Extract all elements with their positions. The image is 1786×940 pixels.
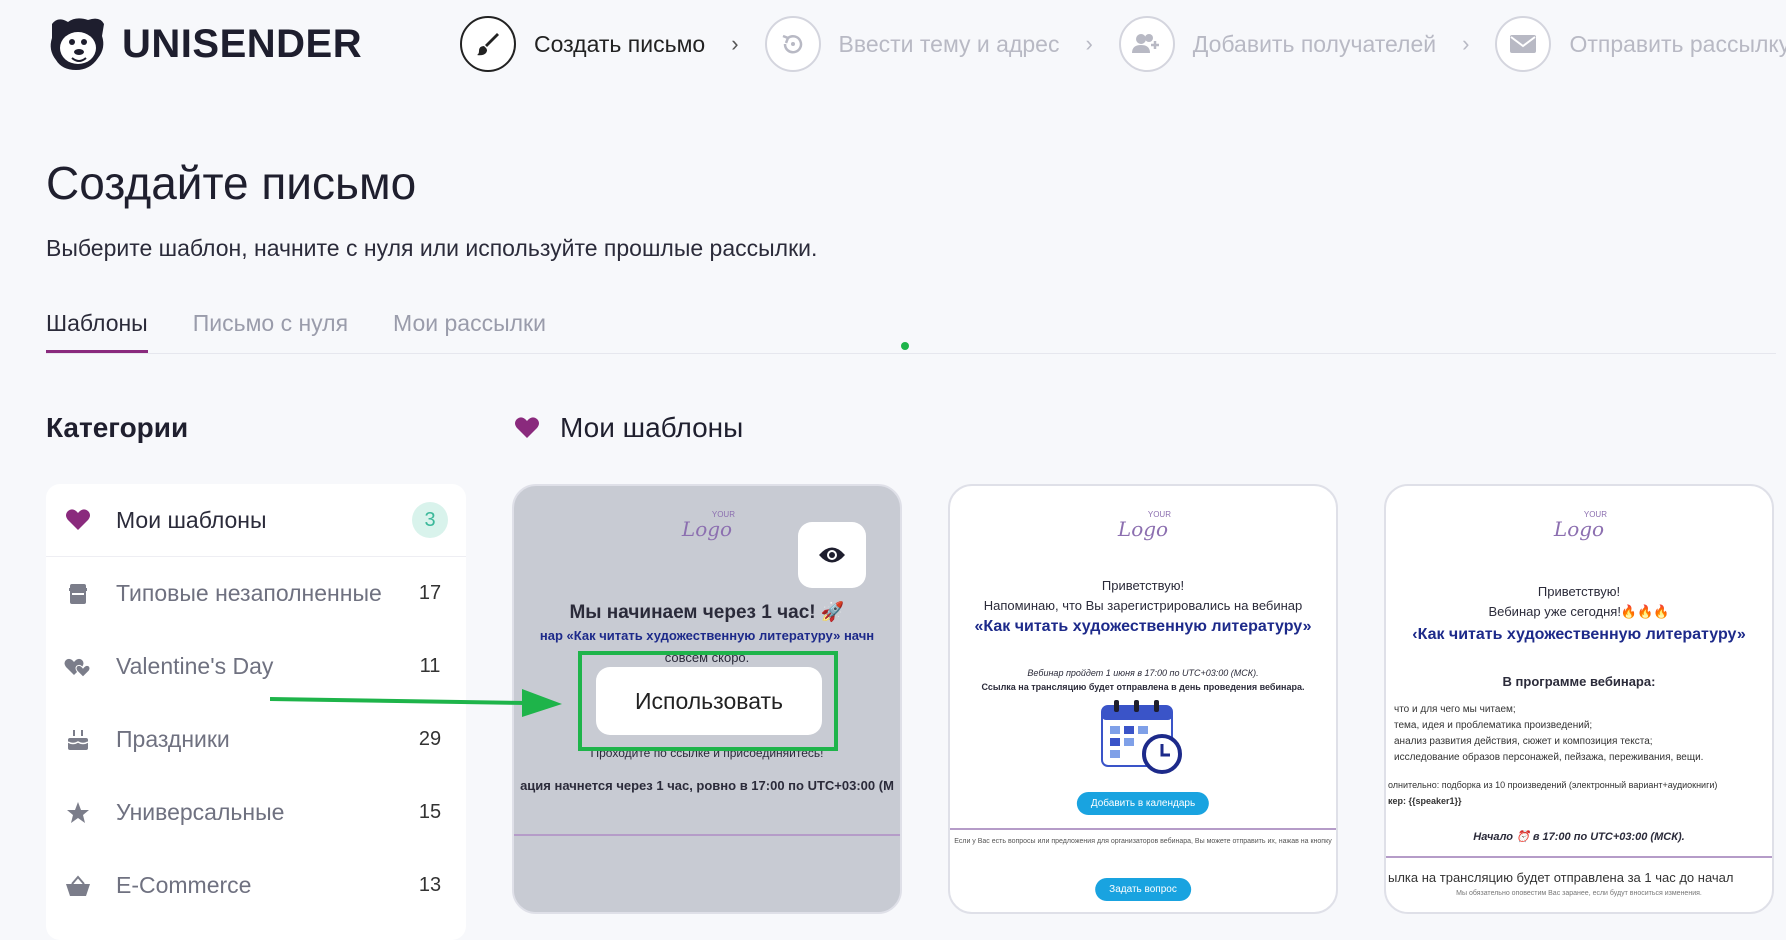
page-subtitle: Выберите шаблон, начните с нуля или испо…: [46, 235, 818, 261]
refresh-icon: [764, 16, 821, 72]
category-count: 15: [418, 801, 442, 823]
template-text: нар «Как читать художественную литератур…: [539, 628, 875, 643]
program-item: анализ развития действия, сюжет и композ…: [1394, 736, 1653, 747]
step-create-letter[interactable]: Создать письмо: [460, 16, 705, 72]
template-text: Мы обязательно оповестим Вас заранее, ес…: [1456, 890, 1702, 897]
heart-icon: [64, 506, 92, 534]
eye-icon: [819, 547, 845, 563]
brush-icon: [460, 16, 516, 72]
template-text: Вебинар пройдет 1 июня в 17:00 по UTC+03…: [1027, 668, 1259, 678]
tab-templates[interactable]: Шаблоны: [46, 310, 148, 353]
template-text: Ссылка на трансляцию будет отправлена в …: [981, 682, 1305, 692]
template-subheading: В программе вебинара:: [1502, 674, 1656, 689]
category-universal[interactable]: Универсальные 15: [46, 776, 466, 849]
template-title: ‹Как читать художественную литературу»: [1412, 626, 1746, 643]
template-text: олнительно: подборка из 10 произведений …: [1388, 780, 1718, 790]
hearts-icon: [64, 653, 92, 681]
template-text: ылка на трансляцию будет отправлена за 1…: [1388, 870, 1734, 885]
category-count: 17: [418, 582, 442, 604]
wizard-steps: Создать письмо › Ввести тему и адрес › Д…: [460, 16, 1786, 72]
template-text: ация начнется через 1 час, ровно в 17:00…: [520, 778, 894, 793]
program-item: что и для чего мы читаем;: [1394, 704, 1516, 715]
category-count: 13: [418, 874, 442, 896]
categories-title: Категории: [46, 412, 189, 443]
template-text: Если у Вас есть вопросы или предложения …: [954, 838, 1332, 845]
template-text: Вебинар уже сегодня!🔥🔥🔥: [1488, 604, 1670, 619]
template-text: Приветствую!: [1101, 578, 1185, 593]
category-count: 29: [418, 728, 442, 750]
page-title: Создайте письмо: [46, 157, 417, 209]
template-text: Напоминаю, что Вы зарегистрировались на …: [983, 598, 1303, 613]
template-title: «Как читать художественную литературу»: [974, 618, 1312, 635]
template-heading: Мы начинаем через 1 час! 🚀: [569, 602, 845, 623]
category-count-badge: 3: [412, 502, 448, 538]
ask-question-button: Задать вопрос: [1095, 878, 1191, 901]
pointer-arrow-icon: [270, 689, 562, 717]
category-typical-blank[interactable]: Типовые незаполненные 17: [46, 557, 466, 630]
template-card[interactable]: YOUR Logo Приветствую! Вебинар уже сегод…: [1384, 484, 1774, 914]
template-logo: YOUR Logo: [681, 510, 735, 541]
template-card[interactable]: YOUR Logo Мы начинаем через 1 час! 🚀 нар…: [512, 484, 902, 914]
tab-my-campaigns[interactable]: Мои рассылки: [393, 310, 546, 353]
chevron-right-icon: ›: [1462, 31, 1470, 56]
template-card[interactable]: YOUR Logo Приветствую! Напоминаю, что Вы…: [948, 484, 1338, 914]
template-text: Начало ⏰ в 17:00 по UTC+03:00 (МСК).: [1473, 831, 1685, 843]
step-send[interactable]: Отправить рассылку: [1495, 16, 1786, 72]
envelope-icon: [1495, 16, 1552, 72]
brand-logo[interactable]: UNISENDER: [44, 14, 362, 74]
document-icon: [64, 580, 92, 608]
program-list: что и для чего мы читаем; тема, идея и п…: [1394, 702, 1703, 766]
divider: [950, 828, 1336, 830]
category-my-templates[interactable]: Мои шаблоны 3: [46, 484, 466, 557]
divider: [514, 834, 900, 836]
highlight-frame: Использовать: [578, 651, 838, 751]
dog-logo-icon: [50, 18, 104, 70]
template-text: Приветствую!: [1537, 584, 1621, 599]
category-ecommerce[interactable]: E-Commerce 13: [46, 849, 466, 922]
cake-icon: [64, 726, 92, 754]
chevron-right-icon: ›: [731, 31, 739, 56]
template-logo: YOUR Logo: [1553, 510, 1607, 541]
tab-from-scratch[interactable]: Письмо с нуля: [193, 310, 348, 353]
preview-button[interactable]: [798, 522, 866, 588]
program-item: исследование образов персонажей, пейзажа…: [1394, 752, 1704, 763]
status-dot: [901, 342, 909, 350]
add-to-calendar-button: Добавить в календарь: [1076, 792, 1210, 815]
chevron-right-icon: ›: [1085, 31, 1093, 56]
tabs-bar: Шаблоны Письмо с нуля Мои рассылки: [46, 310, 1776, 354]
program-item: тема, идея и проблематика произведений;: [1394, 720, 1593, 731]
header: UNISENDER Создать письмо › Ввести тему и…: [0, 0, 1786, 90]
star-icon: [64, 799, 92, 827]
calendar-icon: [1101, 700, 1182, 774]
basket-icon: [64, 872, 92, 900]
card-footer: [514, 846, 900, 912]
step-subject-address[interactable]: Ввести тему и адрес: [764, 16, 1059, 72]
divider: [1386, 856, 1772, 858]
template-text: кер: {{speaker1}}: [1388, 796, 1462, 806]
my-templates-heading: Мои шаблоны: [514, 412, 743, 444]
category-count: 11: [419, 655, 441, 677]
add-users-icon: [1118, 16, 1175, 72]
step-add-recipients[interactable]: Добавить получателей: [1118, 16, 1436, 72]
template-logo: YOUR Logo: [1117, 510, 1171, 541]
use-template-button[interactable]: Использовать: [596, 667, 822, 735]
heart-icon: [515, 417, 539, 438]
brand-name: UNISENDER: [122, 21, 363, 66]
